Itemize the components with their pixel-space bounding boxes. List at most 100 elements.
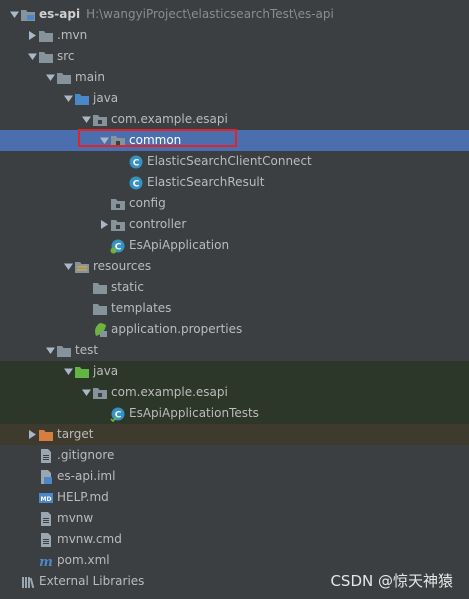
tree-item-com-example-esapi[interactable]: com.example.esapi [0,109,469,130]
tree-item-gitignore[interactable]: .gitignore [0,445,469,466]
tree-item-label: controller [129,217,186,232]
tree-item-name: .mvn [57,28,88,42]
tree-item-test[interactable]: test [0,340,469,361]
tree-item-es-api-iml[interactable]: es-api.iml [0,466,469,487]
tree-item-elasticsearchclientconnect[interactable]: C ElasticSearchClientConnect [0,151,469,172]
collapsed-arrow-icon[interactable] [26,424,38,445]
tree-item-label: target [57,427,94,442]
tree-item-mvnw-cmd[interactable]: mvnw.cmd [0,529,469,550]
folder-icon [92,280,108,296]
module-folder-icon [20,7,36,23]
tree-item-name: templates [111,301,172,315]
class-icon: C [128,175,144,191]
test-source-folder-icon [74,364,90,380]
folder-icon [92,301,108,317]
tree-item-resources[interactable]: resources [0,256,469,277]
tree-item-config[interactable]: config [0,193,469,214]
tree-item-label: pom.xml [57,553,110,568]
tree-item-label: ElasticSearchResult [147,175,264,190]
tree-item-es-api[interactable]: es-api H:\wangyiProject\elasticsearchTest… [0,4,469,25]
tree-item-controller[interactable]: controller [0,214,469,235]
collapsed-arrow-icon[interactable] [26,25,38,46]
text-file-icon [38,532,54,548]
tree-item-target[interactable]: target [0,424,469,445]
tree-item-label: mvnw [57,511,93,526]
tree-item-name: controller [129,217,187,231]
tree-item-name: mvnw.cmd [57,532,122,546]
tree-item-name: mvnw [57,511,94,525]
expanded-arrow-icon[interactable] [80,382,92,403]
tree-item-name: com.example.esapi [111,385,228,399]
tree-item-name: es-api.iml [57,469,116,483]
tree-item-label: External Libraries [39,574,144,589]
tree-item-name: config [129,196,166,210]
tree-item-mvn[interactable]: .mvn [0,25,469,46]
project-path: H:\wangyiProject\elasticsearchTest\es-ap… [86,7,334,21]
tree-item-pom-xml[interactable]: m pom.xml [0,550,469,571]
folder-icon [38,28,54,44]
tree-item-mvnw[interactable]: mvnw [0,508,469,529]
tree-item-name: .gitignore [57,448,115,462]
tree-item-label: resources [93,259,151,274]
package-icon [92,385,108,401]
tree-item-name: test [75,343,99,357]
expanded-arrow-icon[interactable] [44,340,56,361]
tree-item-label: EsApiApplicationTests [129,406,259,421]
tree-item-src[interactable]: src [0,46,469,67]
tree-item-label: application.properties [111,322,242,337]
tree-item-java[interactable]: java [0,361,469,382]
expanded-arrow-icon[interactable] [62,256,74,277]
tree-item-name: EsApiApplication [129,238,230,252]
iml-file-icon [38,469,54,485]
tree-item-common[interactable]: common [0,130,469,151]
folder-icon [56,70,72,86]
maven-file-icon: m [38,553,54,569]
spring-boot-class-icon: C [110,238,126,254]
tree-item-application-properties[interactable]: application.properties [0,319,469,340]
expanded-arrow-icon[interactable] [8,4,20,25]
excluded-folder-icon [38,427,54,443]
tree-item-label: .mvn [57,28,87,43]
tree-item-name: application.properties [111,322,243,336]
svg-text:MD: MD [41,496,52,503]
tree-item-label: com.example.esapi [111,112,228,127]
collapsed-arrow-icon[interactable] [98,214,110,235]
tree-item-name: common [129,133,182,147]
expanded-arrow-icon[interactable] [44,67,56,88]
tree-item-name: src [57,49,75,63]
watermark: CSDN @惊天神猿 [330,572,453,590]
expanded-arrow-icon[interactable] [62,88,74,109]
tree-item-label: main [75,70,105,85]
expanded-arrow-icon[interactable] [62,361,74,382]
svg-text:C: C [133,180,140,190]
tree-item-name: java [93,364,119,378]
class-icon: C [128,154,144,170]
tree-item-name: HELP.md [57,490,109,504]
tree-item-label: java [93,91,118,106]
svg-text:C: C [133,159,140,169]
expanded-arrow-icon[interactable] [98,130,110,151]
tree-item-name: ElasticSearchResult [147,175,265,189]
tree-item-java[interactable]: java [0,88,469,109]
tree-item-esapiapplicationtests[interactable]: C EsApiApplicationTests [0,403,469,424]
svg-text:m: m [39,555,53,569]
tree-item-label: common [129,133,181,148]
tree-item-label: config [129,196,166,211]
test-class-icon: C [110,406,126,422]
tree-item-elasticsearchresult[interactable]: C ElasticSearchResult [0,172,469,193]
expanded-arrow-icon[interactable] [26,46,38,67]
tree-item-label: java [93,364,118,379]
tree-item-static[interactable]: static [0,277,469,298]
tree-item-templates[interactable]: templates [0,298,469,319]
tree-item-com-example-esapi[interactable]: com.example.esapi [0,382,469,403]
tree-item-esapiapplication[interactable]: C EsApiApplication [0,235,469,256]
tree-item-main[interactable]: main [0,67,469,88]
tree-item-help-md[interactable]: MD HELP.md [0,487,469,508]
expanded-arrow-icon[interactable] [80,109,92,130]
package-icon [92,112,108,128]
tree-item-name: es-api [39,7,81,21]
folder-icon [56,343,72,359]
tree-item-label: mvnw.cmd [57,532,122,547]
tree-item-label: es-api H:\wangyiProject\elasticsearchTest… [39,7,334,22]
tree-item-label: HELP.md [57,490,109,505]
